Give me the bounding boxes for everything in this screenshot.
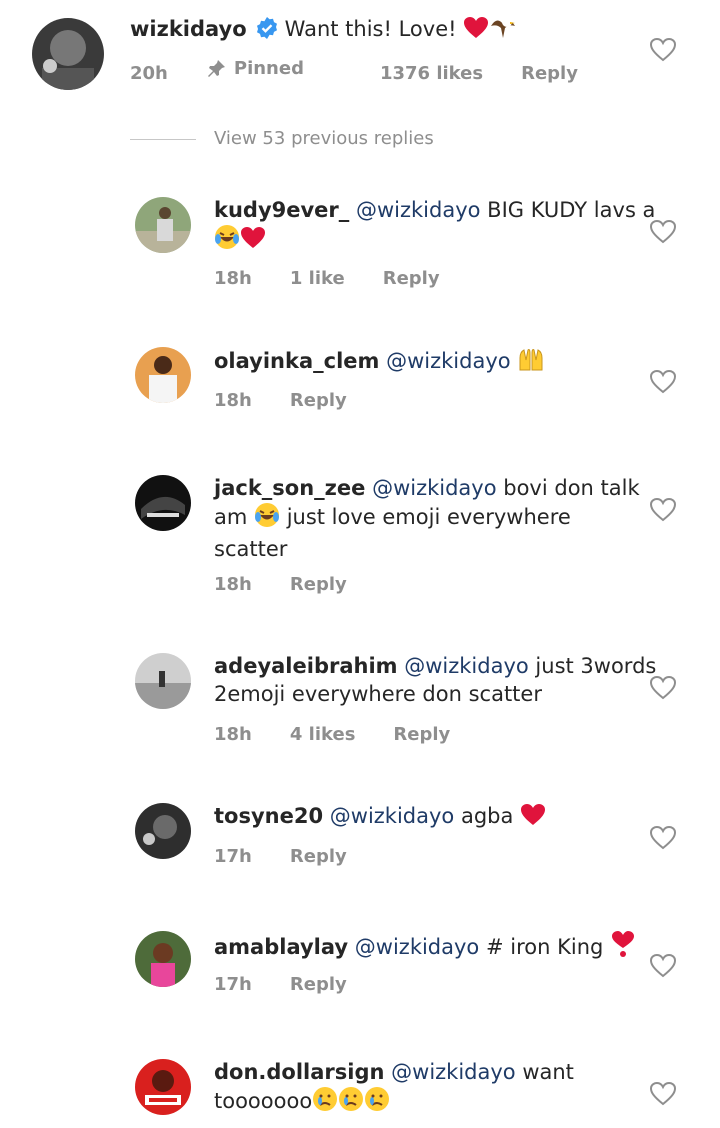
divider [130, 138, 196, 140]
comment-text: want [515, 1060, 574, 1084]
pin-icon [207, 59, 225, 77]
mention-link[interactable]: @wizkidayo [404, 654, 529, 678]
heart-emoji [463, 16, 489, 47]
mention-link[interactable]: @wizkidayo [372, 476, 497, 500]
timestamp: 20h [130, 62, 168, 84]
crying-emoji [338, 1086, 364, 1119]
avatar[interactable] [135, 197, 191, 253]
heart-exclamation-emoji [610, 930, 636, 965]
reply-button[interactable]: Reply [521, 63, 578, 84]
avatar[interactable] [135, 653, 191, 709]
reply-button[interactable]: Reply [290, 390, 347, 411]
likes-count[interactable]: 1 like [290, 268, 345, 289]
avatar[interactable] [135, 803, 191, 859]
reply-button[interactable]: Reply [290, 574, 347, 595]
comment-meta: 17h Reply [214, 846, 385, 867]
like-heart-icon[interactable] [650, 826, 676, 850]
reply-button[interactable]: Reply [290, 846, 347, 867]
verified-badge-icon [255, 16, 279, 40]
heart-emoji [520, 803, 546, 834]
avatar[interactable] [135, 347, 191, 403]
avatar[interactable] [135, 931, 191, 987]
laughing-emoji [254, 502, 280, 535]
username[interactable]: olayinka_clem [214, 349, 379, 373]
comment-text: scatter [214, 537, 288, 561]
timestamp: 17h [214, 846, 252, 867]
comment-body: tosyne20 @wizkidayo agba [214, 802, 546, 834]
like-heart-icon[interactable] [650, 954, 676, 978]
avatar[interactable] [135, 475, 191, 531]
username[interactable]: kudy9ever_ [214, 198, 349, 222]
pinned-indicator: Pinned [206, 58, 304, 79]
username[interactable]: don.dollarsign [214, 1060, 384, 1084]
eagle-emoji [489, 14, 517, 47]
comment-text: # iron King [479, 935, 611, 959]
comment-text: bovi don talk [496, 476, 640, 500]
comment-body: wizkidayo Want this! Love! [130, 14, 517, 47]
heart-emoji [240, 226, 266, 257]
comment-body: don.dollarsign @wizkidayo want tooooooo [214, 1058, 574, 1119]
comment-text: just 3words [528, 654, 657, 678]
comment-meta: 17h Reply [214, 974, 385, 995]
comment-text: tooooooo [214, 1089, 313, 1113]
mention-link[interactable]: @wizkidayo [355, 935, 480, 959]
mention-link[interactable]: @wizkidayo [391, 1060, 516, 1084]
comment-meta: 20h Pinned 1376 likes Reply [130, 58, 616, 84]
comment-body: olayinka_clem @wizkidayo [214, 346, 545, 379]
username[interactable]: adeyaleibrahim [214, 654, 398, 678]
raising-hands-emoji [517, 346, 545, 379]
comment-text: am [214, 505, 248, 529]
view-previous-replies[interactable]: View 53 previous replies [130, 128, 434, 149]
comment-body: amablaylay @wizkidayo # iron King [214, 930, 636, 965]
timestamp: 18h [214, 390, 252, 411]
like-heart-icon[interactable] [650, 498, 676, 522]
mention-link[interactable]: @wizkidayo [356, 198, 481, 222]
comment-text: agba [454, 804, 521, 828]
reply-button[interactable]: Reply [290, 974, 347, 995]
like-heart-icon[interactable] [650, 676, 676, 700]
timestamp: 18h [214, 724, 252, 745]
timestamp: 18h [214, 268, 252, 289]
username[interactable]: amablaylay [214, 935, 348, 959]
comment-text: BIG KUDY lavs a [480, 198, 656, 222]
timestamp: 18h [214, 574, 252, 595]
comment-body: kudy9ever_ @wizkidayo BIG KUDY lavs a [214, 196, 655, 257]
comment-meta: 18h 1 like Reply [214, 268, 478, 289]
like-heart-icon[interactable] [650, 38, 676, 62]
crying-emoji [312, 1086, 338, 1119]
avatar[interactable] [32, 18, 104, 90]
comment-meta: 18h Reply [214, 574, 385, 595]
avatar[interactable] [135, 1059, 191, 1115]
like-heart-icon[interactable] [650, 220, 676, 244]
comment-text: just love emoji everywhere [280, 505, 571, 529]
like-heart-icon[interactable] [650, 370, 676, 394]
laughing-emoji [214, 224, 240, 257]
comment-meta: 18h 4 likes Reply [214, 724, 488, 745]
crying-emoji [364, 1086, 390, 1119]
reply-button[interactable]: Reply [383, 268, 440, 289]
username[interactable]: wizkidayo [130, 17, 247, 41]
mention-link[interactable]: @wizkidayo [386, 349, 511, 373]
timestamp: 17h [214, 974, 252, 995]
reply-button[interactable]: Reply [393, 724, 450, 745]
likes-count[interactable]: 4 likes [290, 724, 356, 745]
username[interactable]: tosyne20 [214, 804, 323, 828]
likes-count[interactable]: 1376 likes [380, 63, 483, 84]
comment-text: 2emoji everywhere don scatter [214, 682, 542, 706]
comment-meta: 18h Reply [214, 390, 385, 411]
comment-body: jack_son_zee @wizkidayo bovi don talk am… [214, 474, 640, 563]
mention-link[interactable]: @wizkidayo [330, 804, 455, 828]
comment-body: adeyaleibrahim @wizkidayo just 3words 2e… [214, 652, 656, 708]
comment-text: Want this! Love! [284, 17, 457, 41]
like-heart-icon[interactable] [650, 1082, 676, 1106]
username[interactable]: jack_son_zee [214, 476, 365, 500]
